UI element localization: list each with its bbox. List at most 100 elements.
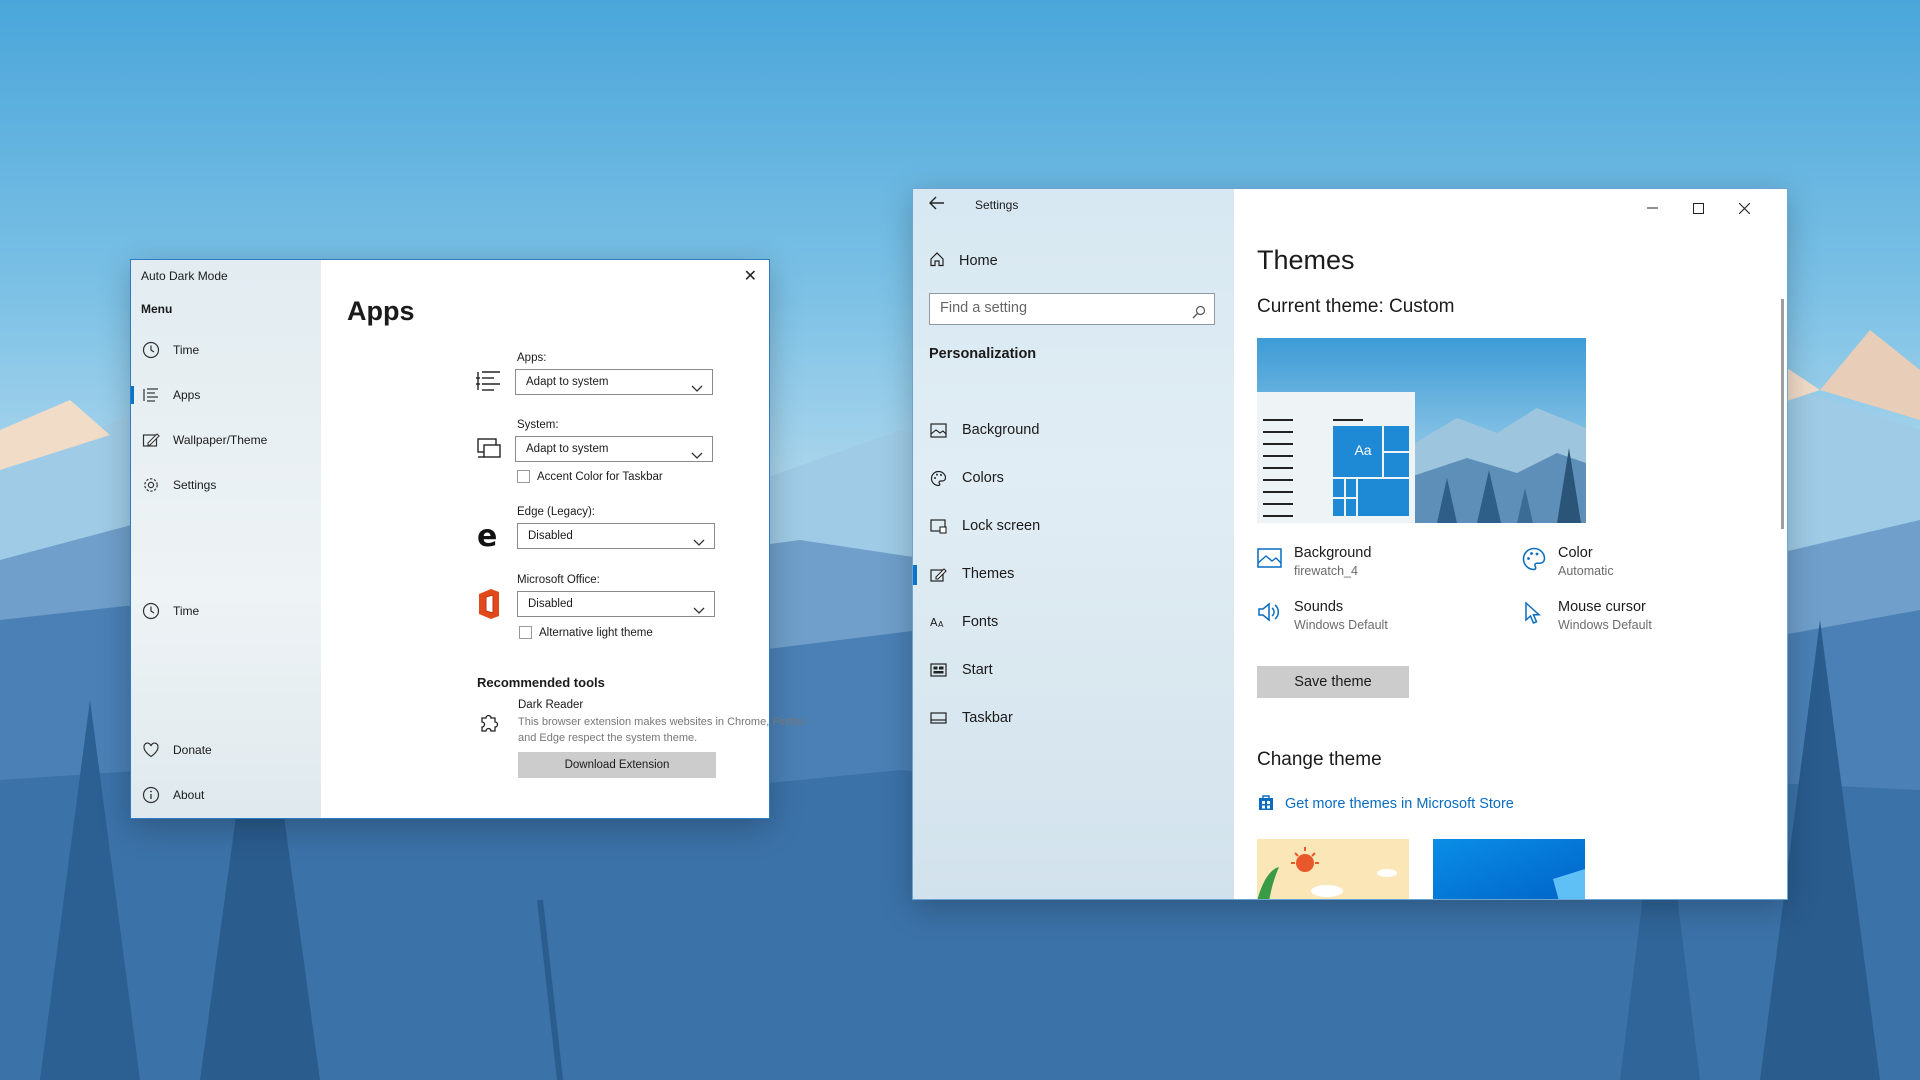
chevron-down-icon (691, 445, 703, 469)
save-theme-button[interactable]: Save theme (1257, 666, 1409, 698)
home-nav[interactable]: Home (929, 251, 998, 271)
font-icon: AA (929, 613, 947, 631)
accent-taskbar-checkbox[interactable]: Accent Color for Taskbar (517, 470, 663, 483)
current-theme-heading: Current theme: Custom (1257, 296, 1455, 317)
alt-light-theme-checkbox[interactable]: Alternative light theme (519, 626, 653, 639)
speaker-icon (1257, 599, 1285, 632)
settings-sidebar: Settings Home Find a setting Personaliza… (913, 189, 1234, 899)
apps-dropdown[interactable]: Adapt to system (515, 369, 713, 395)
back-arrow-icon[interactable] (929, 196, 945, 215)
search-input[interactable]: Find a setting (929, 293, 1215, 325)
attr-value: Windows Default (1558, 618, 1652, 632)
settings-nav-fonts[interactable]: AA Fonts (913, 605, 1234, 639)
adm-nav-settings[interactable]: Settings (131, 470, 321, 500)
settings-nav-label: Colors (962, 470, 1004, 486)
search-icon (1192, 301, 1206, 330)
settings-nav-label: Fonts (962, 614, 999, 630)
home-icon (929, 251, 945, 271)
store-icon (1257, 793, 1275, 815)
settings-nav-colors[interactable]: Colors (913, 461, 1234, 495)
settings-nav-start[interactable]: Start (913, 653, 1234, 687)
adm-nav-about[interactable]: About (131, 780, 321, 810)
lock-screen-icon (929, 517, 947, 535)
gear-icon (141, 475, 161, 495)
personalization-heading: Personalization (929, 346, 1037, 362)
settings-nav-themes[interactable]: Themes (913, 557, 1234, 591)
apps-label: Apps: (517, 352, 547, 364)
settings-nav-background[interactable]: Background (913, 413, 1234, 447)
download-extension-button[interactable]: Download Extension (518, 752, 716, 778)
list-icon (476, 369, 502, 398)
attr-title: Color (1558, 545, 1593, 561)
palette-icon (1521, 545, 1549, 578)
system-dropdown[interactable]: Adapt to system (515, 436, 713, 462)
dark-reader-name: Dark Reader (518, 699, 584, 711)
heart-icon (141, 740, 161, 760)
attr-value: firewatch_4 (1294, 564, 1358, 578)
theme-attr-background[interactable]: Background firewatch_4 (1257, 545, 1371, 578)
chevron-down-icon (693, 600, 705, 624)
maximize-icon[interactable] (1675, 193, 1721, 223)
home-label: Home (959, 253, 998, 269)
brush-icon (929, 565, 947, 583)
adm-nav-donate[interactable]: Donate (131, 735, 321, 765)
edge-dropdown[interactable]: Disabled (517, 523, 715, 549)
taskbar-icon (929, 709, 947, 727)
theme-attr-sounds[interactable]: Sounds Windows Default (1257, 599, 1388, 632)
preview-tile-text: Aa (1354, 442, 1372, 458)
change-theme-heading: Change theme (1257, 749, 1382, 770)
settings-nav-label: Start (962, 662, 993, 678)
info-icon (141, 785, 161, 805)
picture-icon (1257, 545, 1285, 578)
theme-preview: Aa (1257, 338, 1586, 523)
computer-icon (476, 438, 502, 465)
edge-icon: e (476, 519, 502, 555)
system-dropdown-value: Adapt to system (526, 443, 609, 455)
adm-nav-apps-label: Apps (173, 388, 201, 402)
settings-nav-lock-screen[interactable]: Lock screen (913, 509, 1234, 543)
dark-reader-description: This browser extension makes websites in… (518, 716, 806, 744)
page-title: Apps (347, 296, 415, 326)
office-dropdown[interactable]: Disabled (517, 591, 715, 617)
adm-nav-time[interactable]: Time (131, 335, 321, 365)
adm-nav-donate-label: Donate (173, 743, 212, 757)
attr-value: Windows Default (1294, 618, 1388, 632)
office-dropdown-value: Disabled (528, 598, 573, 610)
attr-value: Automatic (1558, 564, 1614, 578)
adm-nav-time-label: Time (173, 343, 200, 357)
settings-window-title: Settings (975, 198, 1019, 212)
attr-title: Sounds (1294, 599, 1344, 615)
search-placeholder: Find a setting (940, 300, 1028, 316)
theme-attr-color[interactable]: Color Automatic (1521, 545, 1614, 578)
minimize-icon[interactable] (1629, 193, 1675, 223)
picture-icon (929, 421, 947, 439)
theme-thumbnail[interactable] (1257, 839, 1409, 899)
alt-light-theme-label: Alternative light theme (539, 626, 653, 639)
settings-nav-taskbar[interactable]: Taskbar (913, 701, 1234, 735)
start-icon (929, 661, 947, 679)
settings-nav-label: Taskbar (962, 710, 1013, 726)
settings-nav-label: Background (962, 422, 1040, 438)
system-label: System: (517, 419, 559, 431)
checkbox-box (517, 470, 530, 483)
microsoft-store-link[interactable]: Get more themes in Microsoft Store (1257, 793, 1514, 815)
attr-title: Mouse cursor (1558, 599, 1646, 615)
theme-thumbnail[interactable] (1433, 839, 1585, 899)
office-icon (477, 588, 501, 625)
adm-nav-apps[interactable]: Apps (131, 380, 321, 410)
adm-nav-settings-label: Settings (173, 478, 217, 492)
adm-content: Time Apps Wallpaper/Theme Settings Donat… (131, 260, 806, 818)
wallpaper-icon (141, 430, 161, 450)
close-icon[interactable] (1721, 193, 1767, 223)
edge-label: Edge (Legacy): (517, 506, 595, 518)
adm-nav-wallpaper-label: Wallpaper/Theme (173, 433, 268, 447)
office-label: Microsoft Office: (517, 574, 600, 586)
adm-nav-wallpaper-theme[interactable]: Wallpaper/Theme (131, 425, 321, 455)
settings-window: Settings Home Find a setting Personaliza… (913, 189, 1787, 899)
adm-main-panel: Apps Apps: Adapt to system System: Adapt… (321, 260, 806, 818)
palette-icon (929, 469, 947, 487)
adm-nav-about-label: About (173, 788, 205, 802)
theme-attr-mouse-cursor[interactable]: Mouse cursor Windows Default (1521, 599, 1652, 632)
scrollbar[interactable] (1781, 299, 1784, 529)
accent-taskbar-label: Accent Color for Taskbar (537, 470, 663, 483)
